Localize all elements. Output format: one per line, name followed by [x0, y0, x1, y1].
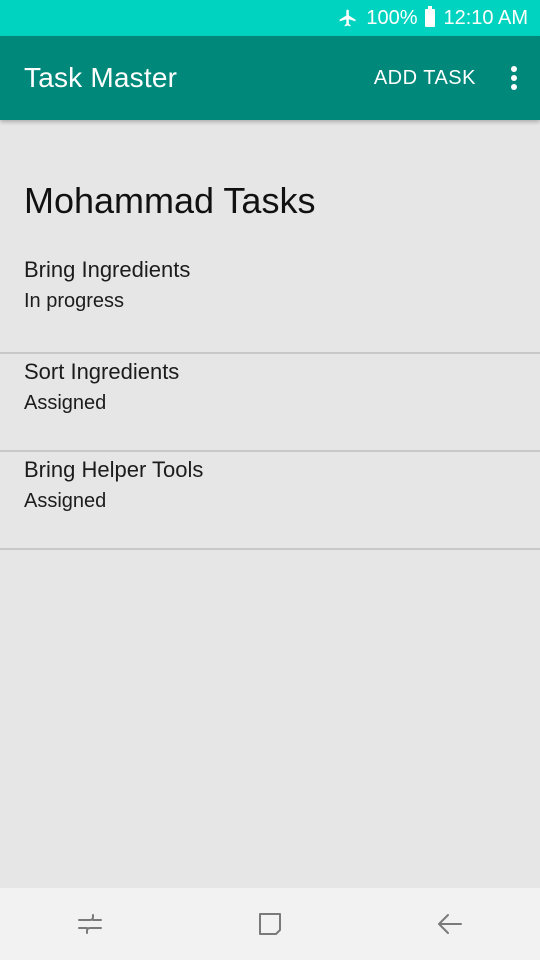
- task-item[interactable]: Sort Ingredients Assigned: [0, 354, 540, 452]
- screen: 100% 12:10 AM Task Master ADD TASK Moham…: [0, 0, 540, 960]
- nav-bar: [0, 888, 540, 960]
- clock: 12:10 AM: [443, 6, 528, 29]
- task-status: Assigned: [24, 392, 107, 414]
- app-title: Task Master: [24, 62, 178, 93]
- battery-percent: 100%: [366, 6, 418, 29]
- back-icon[interactable]: [410, 894, 490, 954]
- task-name: Bring Helper Tools: [24, 457, 204, 482]
- task-name: Bring Ingredients: [24, 257, 191, 282]
- home-icon[interactable]: [230, 894, 310, 954]
- task-list: Bring Ingredients In progress Sort Ingre…: [0, 256, 540, 550]
- task-item[interactable]: Bring Helper Tools Assigned: [0, 452, 540, 550]
- task-item[interactable]: Bring Ingredients In progress: [0, 256, 540, 354]
- task-status: In progress: [24, 290, 125, 312]
- page-title: Mohammad Tasks: [24, 180, 316, 221]
- task-status: Assigned: [24, 490, 107, 512]
- battery-icon: [425, 6, 436, 27]
- more-vert-icon[interactable]: [500, 54, 528, 102]
- task-name: Sort Ingredients: [24, 359, 180, 384]
- recent-apps-icon[interactable]: [50, 894, 130, 954]
- app-bar: Task Master ADD TASK: [0, 36, 540, 120]
- add-task-button[interactable]: ADD TASK: [374, 67, 476, 90]
- content: Mohammad Tasks Bring Ingredients In prog…: [0, 120, 540, 550]
- airplane-icon: [338, 8, 358, 28]
- status-bar: 100% 12:10 AM: [0, 0, 540, 36]
